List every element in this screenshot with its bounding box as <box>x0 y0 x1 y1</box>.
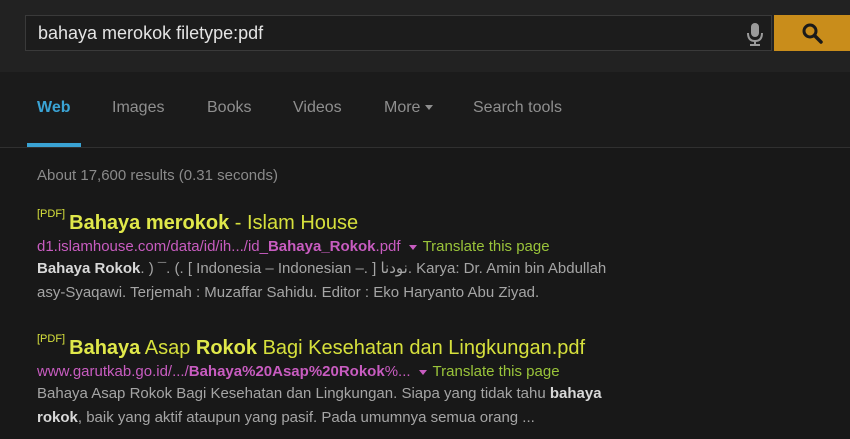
result-url[interactable]: www.garutkab.go.id/.../Bahaya%20Asap%20R… <box>37 363 837 380</box>
url-pre: d1.islamhouse.com/data/id/ih.../id_ <box>37 238 268 255</box>
microphone-icon[interactable] <box>744 22 766 46</box>
search-icon <box>802 23 823 44</box>
search-result: [PDF] Bahaya Asap Rokok Bagi Kesehatan da… <box>37 333 837 430</box>
title-rest: Bagi Kesehatan dan Lingkungan.pdf <box>257 337 586 359</box>
title-bold-2: Rokok <box>195 337 258 359</box>
result-title[interactable]: [PDF] Bahaya Asap Rokok Bagi Kesehatan da… <box>37 333 837 360</box>
snippet-text-2: asy-Syaqawi. Terjemah : Muzaffar Sahidu.… <box>37 284 540 301</box>
search-result: [PDF] Bahaya merokok - Islam House d1.isl… <box>37 208 837 305</box>
title-rest: - Islam House <box>229 212 359 234</box>
translate-link[interactable]: Translate this page <box>423 238 550 255</box>
tab-images[interactable]: Images <box>112 99 164 117</box>
snippet-bold-2: rokok <box>37 409 78 426</box>
active-tab-indicator <box>27 143 81 147</box>
tab-books[interactable]: Books <box>207 99 251 117</box>
tab-search-tools[interactable]: Search tools <box>473 99 562 117</box>
top-bar: bahaya merokok filetype:pdf <box>0 0 850 72</box>
search-box[interactable]: bahaya merokok filetype:pdf <box>25 15 772 51</box>
snippet-bold: bahaya <box>549 385 602 402</box>
pdf-tag: [PDF] <box>37 208 66 220</box>
url-bold: Bahaya%20Asap%20Rokok <box>188 363 385 380</box>
url-pre: www.garutkab.go.id/.../ <box>37 363 189 380</box>
caret-down-icon[interactable] <box>408 244 417 250</box>
tab-web[interactable]: Web <box>37 99 70 117</box>
snippet-text: . ) ¯. (. [ Indonesia – Indonesian –. ] … <box>140 260 607 277</box>
search-nav: Web Images Books Videos More Search tool… <box>0 72 850 148</box>
result-url[interactable]: d1.islamhouse.com/data/id/ih.../id_Bahay… <box>37 238 837 255</box>
url-post: %... <box>384 363 411 380</box>
result-snippet: Bahaya Rokok. ) ¯. (. [ Indonesia – Indo… <box>37 257 837 305</box>
chevron-down-icon <box>425 105 434 111</box>
pdf-tag: [PDF] <box>37 333 66 345</box>
caret-down-icon[interactable] <box>418 369 427 375</box>
tab-videos[interactable]: Videos <box>293 99 342 117</box>
tab-more-label: More <box>384 99 421 116</box>
result-title[interactable]: [PDF] Bahaya merokok - Islam House <box>37 208 837 235</box>
result-stats: About 17,600 results (0.31 seconds) <box>37 167 278 184</box>
snippet-text: Bahaya Asap Rokok Bagi Kesehatan dan Lin… <box>37 385 550 402</box>
search-button[interactable] <box>774 15 850 51</box>
title-bold: Bahaya <box>69 337 141 359</box>
title-mid: Asap <box>140 337 196 359</box>
snippet-text-2: , baik yang aktif ataupun yang pasif. Pa… <box>77 409 535 426</box>
translate-link[interactable]: Translate this page <box>433 363 560 380</box>
url-post: .pdf <box>375 238 401 255</box>
search-input[interactable]: bahaya merokok filetype:pdf <box>38 16 718 50</box>
result-snippet: Bahaya Asap Rokok Bagi Kesehatan dan Lin… <box>37 382 837 430</box>
snippet-bold: Bahaya Rokok <box>37 260 141 277</box>
tab-more[interactable]: More <box>384 99 434 117</box>
title-bold: Bahaya merokok <box>69 212 230 234</box>
url-bold: Bahaya_Rokok <box>267 238 376 255</box>
